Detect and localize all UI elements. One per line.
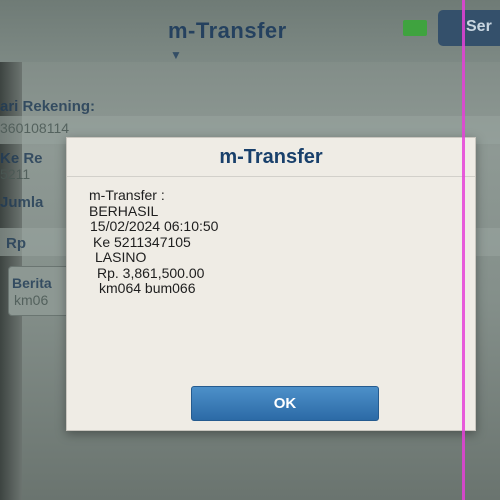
to-account-label: Ke Re: [0, 150, 43, 167]
arrow-icon: ▼: [170, 48, 182, 62]
message-line-datetime: 15/02/2024 06:10:50: [90, 218, 219, 234]
from-account-value: 360108114: [0, 120, 70, 136]
dialog-divider: [67, 176, 475, 177]
message-line-destination: Ke 5211347105: [93, 233, 191, 250]
to-account-value: 5211: [0, 166, 31, 182]
amount-label: Jumla: [0, 194, 44, 211]
dialog-title: m-Transfer: [219, 146, 323, 168]
screen-glitch-line: [462, 0, 465, 500]
status-indicator: [403, 20, 427, 36]
message-line-header: m-Transfer :: [89, 187, 165, 203]
app-title: m-Transfer: [168, 18, 287, 43]
dialog-message: m-Transfer : BERHASIL 15/02/2024 06:10:5…: [89, 187, 449, 297]
app-header: m-Transfer ▼ Ser: [0, 0, 500, 62]
message-field[interactable]: [8, 266, 70, 316]
transfer-result-dialog: m-Transfer m-Transfer : BERHASIL 15/02/2…: [66, 137, 476, 431]
message-label: Berita: [12, 275, 52, 291]
currency-label: Rp: [6, 235, 26, 252]
ok-button[interactable]: OK: [191, 386, 379, 421]
message-line-note: km064 bum066: [99, 280, 196, 296]
from-account-label: ari Rekening:: [0, 98, 96, 115]
message-value: km06: [14, 292, 49, 308]
message-line-recipient: LASINO: [95, 249, 147, 265]
send-button[interactable]: Ser: [438, 10, 500, 46]
message-line-amount: Rp. 3,861,500.00: [97, 264, 205, 281]
message-line-status: BERHASIL: [89, 202, 159, 219]
